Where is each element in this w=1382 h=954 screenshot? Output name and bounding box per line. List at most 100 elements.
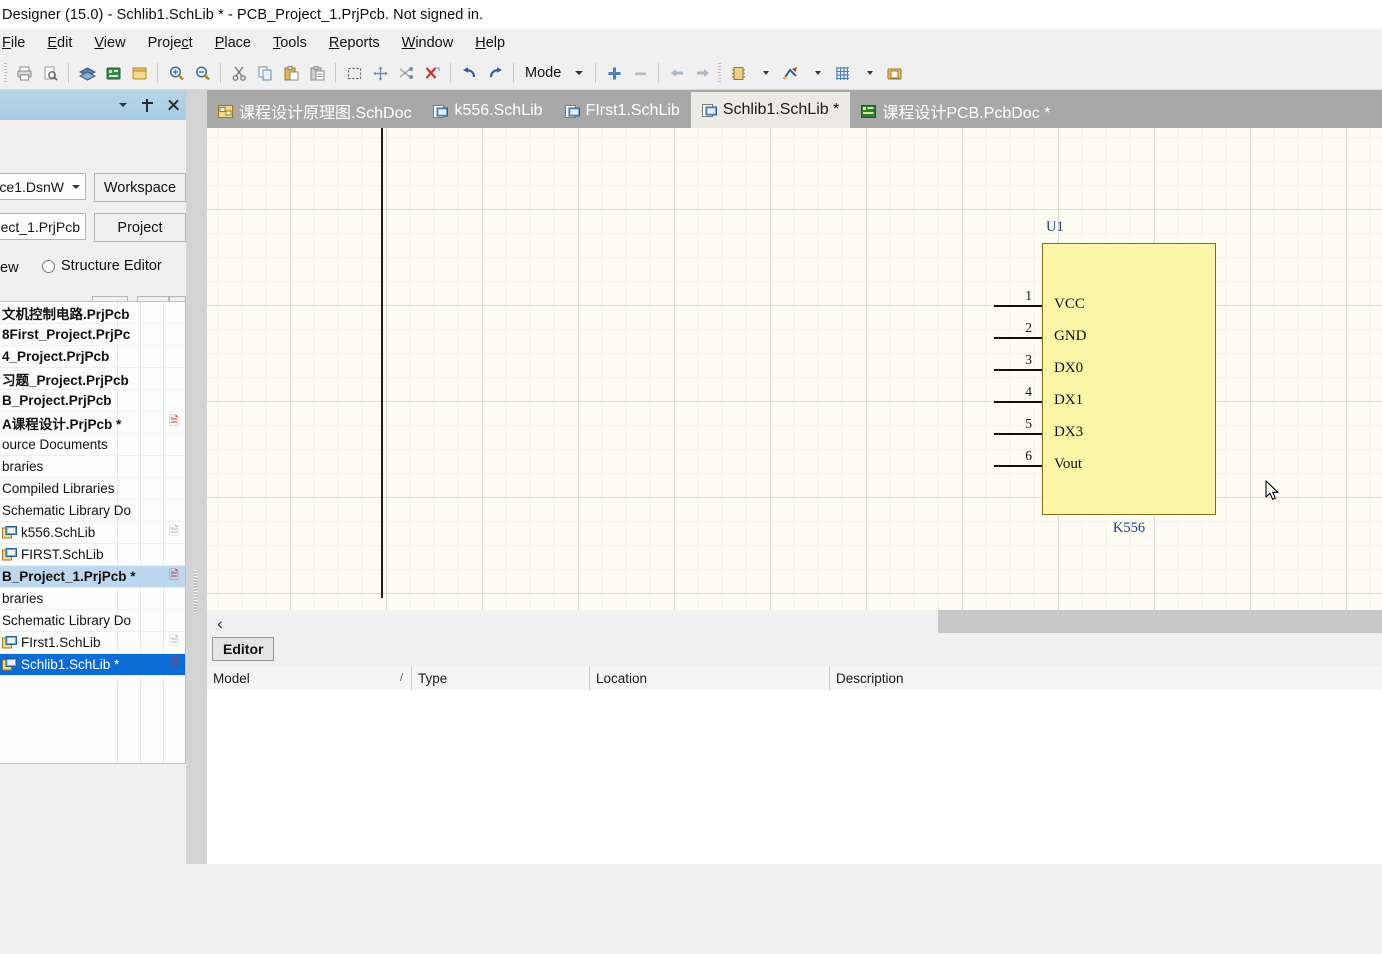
menu-file[interactable]: File bbox=[0, 33, 36, 53]
tree-item[interactable]: B_Project.PrjPcb bbox=[0, 390, 185, 412]
tree-item[interactable]: k556.SchLib🗎 bbox=[0, 522, 185, 544]
grid-icon[interactable] bbox=[830, 61, 854, 85]
tree-item[interactable]: FIRST.SchLib bbox=[0, 544, 185, 566]
chip-dropdown-icon[interactable] bbox=[752, 61, 776, 85]
copy-icon[interactable] bbox=[253, 61, 277, 85]
clear-filter-icon[interactable] bbox=[420, 61, 444, 85]
menu-reports[interactable]: Reports bbox=[318, 33, 391, 53]
document-tab-4[interactable]: 课程设计PCB.PcbDoc * bbox=[850, 94, 1061, 128]
chevron-down-icon[interactable] bbox=[108, 92, 134, 118]
chip-icon[interactable] bbox=[726, 61, 750, 85]
modified-document-icon: 🗎 bbox=[163, 412, 185, 433]
tree-item[interactable]: 8First_Project.PrjPc bbox=[0, 324, 185, 346]
models-tab-row: Editor bbox=[207, 634, 1382, 667]
forward-icon[interactable] bbox=[691, 61, 715, 85]
pin-wire bbox=[994, 369, 1042, 371]
pin-number: 4 bbox=[1025, 384, 1032, 400]
column-description[interactable]: Description bbox=[830, 666, 1382, 690]
tree-item[interactable]: FIrst1.SchLib🗎 bbox=[0, 632, 185, 654]
models-list-area[interactable] bbox=[207, 690, 1382, 864]
zoom-out-icon[interactable] bbox=[190, 61, 214, 85]
splitter-grip[interactable] bbox=[194, 570, 197, 614]
tree-item[interactable]: 习题_Project.PrjPcb bbox=[0, 368, 185, 390]
structure-editor-radio[interactable]: Structure Editor bbox=[42, 258, 162, 274]
paste-special-icon[interactable] bbox=[305, 61, 329, 85]
tree-item[interactable]: 文机控制电路.PrjPcb bbox=[0, 302, 185, 324]
print-icon[interactable] bbox=[12, 61, 36, 85]
schematic-library-canvas[interactable]: U1 1VCC2GND3DX04DX15DX36Vout K556 bbox=[207, 128, 1382, 610]
menu-help[interactable]: Help bbox=[464, 33, 516, 53]
menu-tools[interactable]: Tools bbox=[262, 33, 318, 53]
zoom-in-icon[interactable] bbox=[164, 61, 188, 85]
tree-item[interactable]: B_Project_1.PrjPcb *🗎 bbox=[0, 566, 185, 588]
minus-icon[interactable] bbox=[628, 61, 652, 85]
component-pin[interactable]: 6Vout bbox=[994, 465, 1216, 466]
tree-item[interactable]: Compiled Libraries bbox=[0, 478, 185, 500]
paste-icon[interactable] bbox=[279, 61, 303, 85]
layers-icon[interactable] bbox=[75, 61, 99, 85]
pin-icon[interactable] bbox=[134, 92, 160, 118]
cross-probe-icon[interactable] bbox=[394, 61, 418, 85]
column-type[interactable]: Type bbox=[412, 666, 590, 690]
tab-editor[interactable]: Editor bbox=[212, 637, 274, 661]
workspace-button[interactable]: Workspace bbox=[94, 173, 186, 202]
menu-edit[interactable]: Edit bbox=[36, 33, 83, 53]
cut-icon[interactable] bbox=[227, 61, 251, 85]
close-icon[interactable] bbox=[160, 92, 186, 118]
component-pin[interactable]: 3DX0 bbox=[994, 369, 1216, 370]
select-area-icon[interactable] bbox=[342, 61, 366, 85]
workspace-combo[interactable]: ce1.DsnW bbox=[0, 173, 86, 200]
menu-window[interactable]: Window bbox=[391, 33, 465, 53]
document-tab-2[interactable]: FIrst1.SchLib bbox=[554, 94, 691, 128]
document-tab-1[interactable]: k556.SchLib bbox=[422, 94, 553, 128]
column-model[interactable]: Model / bbox=[207, 666, 412, 690]
undo-icon[interactable] bbox=[457, 61, 481, 85]
tree-item[interactable]: braries bbox=[0, 588, 185, 610]
canvas-horizontal-scrollbar[interactable]: ‹ bbox=[207, 610, 1382, 636]
project-combo[interactable]: ject_1.PrjPcb bbox=[0, 213, 86, 240]
move-icon[interactable] bbox=[368, 61, 392, 85]
tree-item[interactable]: ource Documents bbox=[0, 434, 185, 456]
mode-dropdown-icon[interactable] bbox=[565, 61, 589, 85]
tree-item[interactable]: Schlib1.SchLib *🗎 bbox=[0, 654, 185, 676]
grid-dropdown-icon[interactable] bbox=[856, 61, 880, 85]
component-pin[interactable]: 2GND bbox=[994, 337, 1216, 338]
hscroll-track[interactable] bbox=[233, 610, 1382, 633]
folder-icon[interactable] bbox=[882, 61, 906, 85]
component-pin[interactable]: 5DX3 bbox=[994, 433, 1216, 434]
ruler-dropdown-icon[interactable] bbox=[804, 61, 828, 85]
menu-view[interactable]: View bbox=[83, 33, 136, 53]
toolbar-grip[interactable] bbox=[4, 63, 7, 83]
column-location[interactable]: Location bbox=[590, 666, 830, 690]
panel-splitter[interactable] bbox=[186, 90, 207, 864]
menu-place[interactable]: Place bbox=[204, 33, 262, 53]
project-tree[interactable]: 文机控制电路.PrjPcb8First_Project.PrjPc4_Proje… bbox=[0, 301, 186, 764]
window-icon[interactable] bbox=[127, 61, 151, 85]
document-tab-3[interactable]: Schlib1.SchLib * bbox=[691, 92, 851, 128]
pcb-doc-icon bbox=[861, 105, 876, 118]
project-button[interactable]: Project bbox=[94, 213, 186, 242]
toolbar-grip[interactable] bbox=[718, 63, 721, 83]
board-icon[interactable] bbox=[101, 61, 125, 85]
component-body[interactable] bbox=[1042, 243, 1216, 515]
redo-icon[interactable] bbox=[483, 61, 507, 85]
hscroll-thumb[interactable] bbox=[938, 610, 1382, 633]
menu-project[interactable]: Project bbox=[137, 33, 204, 53]
column-model-label: Model bbox=[213, 671, 250, 686]
tree-item[interactable]: 4_Project.PrjPcb bbox=[0, 346, 185, 368]
back-icon[interactable] bbox=[665, 61, 689, 85]
mode-label[interactable]: Mode bbox=[519, 65, 564, 81]
scroll-left-icon[interactable]: ‹ bbox=[207, 610, 233, 636]
tree-item[interactable]: braries bbox=[0, 456, 185, 478]
component-pin[interactable]: 4DX1 bbox=[994, 401, 1216, 402]
ruler-icon[interactable] bbox=[778, 61, 802, 85]
print-preview-icon[interactable] bbox=[38, 61, 62, 85]
plus-icon[interactable] bbox=[602, 61, 626, 85]
sch-lib-icon bbox=[2, 636, 17, 649]
document-tab-0[interactable]: 课程设计原理图.SchDoc bbox=[207, 94, 422, 128]
tree-item[interactable]: Schematic Library Do bbox=[0, 500, 185, 522]
tree-item[interactable]: Schematic Library Do bbox=[0, 610, 185, 632]
tree-item[interactable]: A课程设计.PrjPcb *🗎 bbox=[0, 412, 185, 434]
component-designator: U1 bbox=[1046, 219, 1064, 236]
component-pin[interactable]: 1VCC bbox=[994, 305, 1216, 306]
